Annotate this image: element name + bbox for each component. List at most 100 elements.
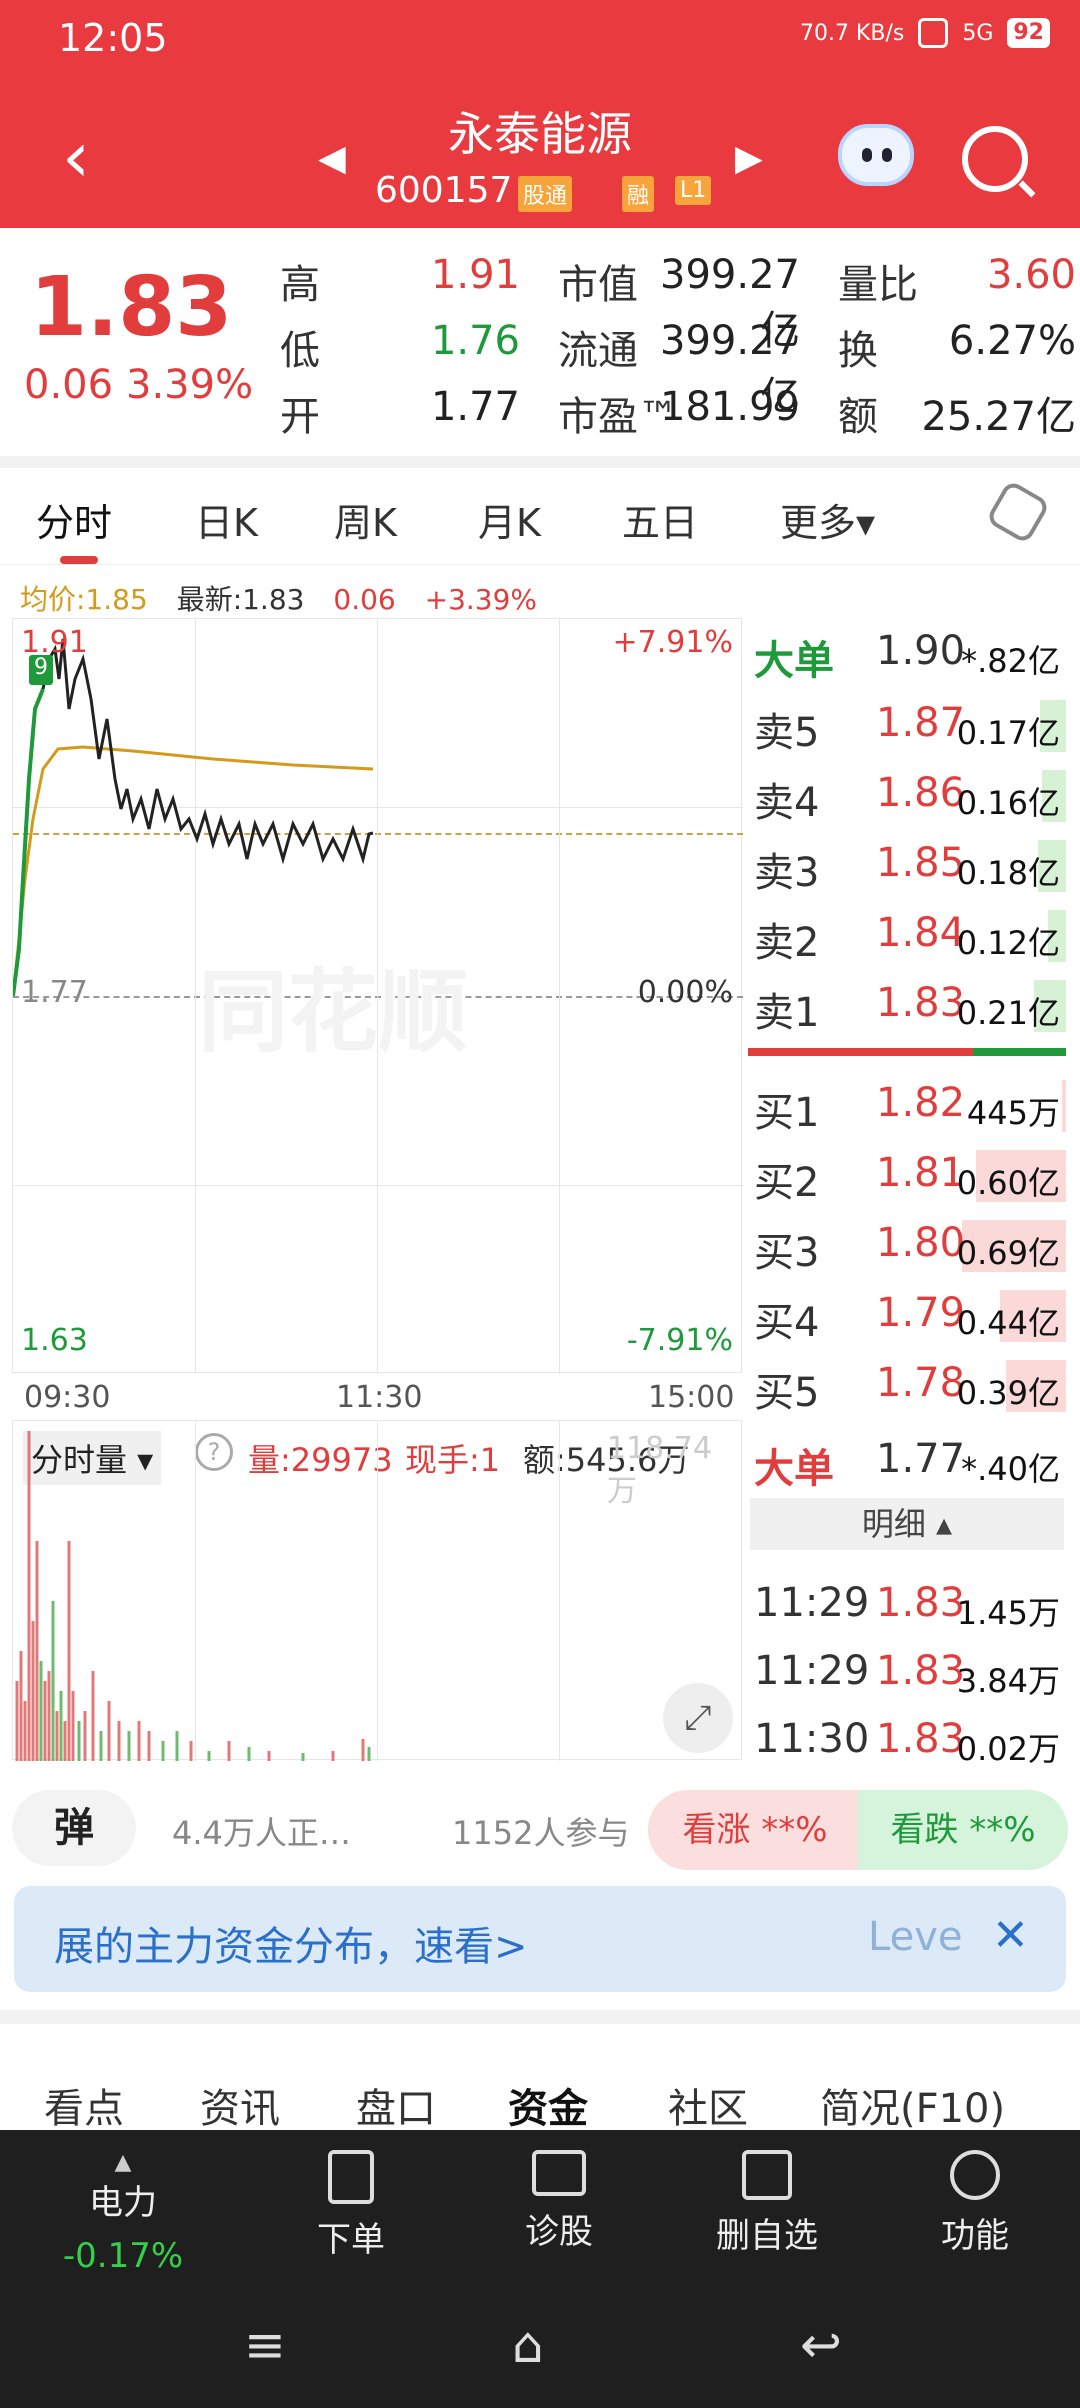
vote-up-button[interactable]: 看涨 **% [648,1790,862,1870]
signal-label: 5G [962,20,994,46]
bid-row[interactable]: 买3 1.80 0.69亿 [748,1210,1066,1280]
tick-row: 11:29 1.83 1.45万 [748,1570,1066,1640]
chart-tabs: 分时 日K 周K 月K 五日 更多▾ [0,470,1080,565]
pct-bot-label: -7.91% [626,1323,733,1358]
bid-vol: 0.44亿 [956,1304,1060,1342]
x-label-open: 09:30 [24,1380,111,1415]
tab-more[interactable]: 更多▾ [780,492,875,547]
diagnose-label: 诊股 [525,2212,593,2252]
ask-row[interactable]: 卖4 1.86 0.16亿 [748,760,1066,830]
back-nav-icon[interactable]: ↩ [800,2316,842,2374]
tab-five-day[interactable]: 五日 [622,492,698,547]
capital-flow-banner[interactable]: 展的主力资金分布，速看> Leve ✕ [14,1886,1066,1992]
tab-funds[interactable]: 资金 [508,2076,588,2134]
ask-vol: 0.18亿 [956,854,1060,892]
diagnose-icon [532,2150,586,2196]
tab-community[interactable]: 社区 [668,2076,748,2134]
pe-value: 181.99 [660,384,800,430]
status-time: 12:05 [58,16,168,60]
ask-vol: 0.17亿 [956,714,1060,752]
stock-name: 永泰能源 [448,107,632,161]
price-line-svg [13,638,374,997]
tab-intraday[interactable]: 分时 [36,492,112,547]
ask-row[interactable]: 卖5 1.87 0.17亿 [748,690,1066,760]
pct-top-label: +7.91% [612,625,733,660]
hd-icon [918,18,949,48]
y-bot-label: 1.63 [21,1323,88,1358]
detail-toggle[interactable]: 明细 ▴ [750,1498,1064,1550]
danmu-toggle[interactable]: 弹 [12,1790,136,1866]
tick-vol: 0.02万 [956,1730,1060,1768]
bid-row[interactable]: 买1 1.82 445万 [748,1070,1066,1140]
bid-label: 买3 [754,1230,820,1276]
avg-price: 均价:1.85 [20,583,148,616]
big-buy-row[interactable]: 大单 1.77 *.40亿 [748,1426,1066,1496]
volratio-label: 量比 [838,262,918,308]
home-nav-icon[interactable]: ⌂ [512,2316,544,2374]
big-buy-label: 大单 [754,1446,834,1492]
tab-profile[interactable]: 简况(F10) [820,2076,1005,2134]
volume-bars [15,1431,371,1761]
tick-vol: 1.45万 [956,1594,1060,1632]
tick-price: 1.83 [876,1648,966,1694]
ask-vol: 0.21亿 [956,994,1060,1032]
minus-box-icon [742,2150,792,2200]
stock-code: 600157 [375,170,513,211]
search-icon[interactable] [962,126,1028,192]
ask-vol: 0.12亿 [956,924,1060,962]
volume-chart[interactable]: 分时量 ▾ ? 量:29973 现手:1 额:545.6万 118.74万 ⤢ [12,1420,742,1761]
tab-monthly-k[interactable]: 月K [478,492,541,547]
tab-highlights[interactable]: 看点 [44,2076,124,2134]
bid-row[interactable]: 买2 1.81 0.60亿 [748,1140,1066,1210]
ask-row[interactable]: 卖1 1.83 0.21亿 [748,970,1066,1040]
open-value: 1.77 [430,384,520,430]
functions-button[interactable]: 功能 [900,2150,1050,2257]
order-label: 下单 [317,2220,385,2260]
big-sell-label: 大单 [754,638,834,684]
latest-change-pct: +3.39% [424,583,538,616]
next-stock-icon[interactable]: ▶ [735,138,763,179]
fullscreen-icon[interactable]: ⤢ [663,1683,733,1753]
ask-vol: 0.16亿 [956,784,1060,822]
bid-depth-bar [1062,1080,1066,1132]
remove-watchlist-button[interactable]: 删自选 [692,2150,842,2257]
intraday-chart[interactable]: 同花顺 1.91 9 1.77 1.63 +7.91% 0.00% -7.91% [12,618,743,1374]
close-icon[interactable]: ✕ [992,1910,1029,1961]
menu-nav-icon[interactable]: ≡ [244,2316,286,2374]
settings-hexagon-icon[interactable] [985,479,1051,545]
vote-down-button[interactable]: 看跌 **% [858,1790,1068,1870]
assistant-robot-icon[interactable] [838,124,914,186]
bid-label: 买4 [754,1300,820,1346]
order-icon [328,2150,374,2204]
x-label-close: 15:00 [648,1380,735,1415]
ask-price: 1.87 [876,700,966,746]
tick-row: 11:30 1.83 0.02万 [748,1706,1066,1776]
open-label: 开 [280,394,320,440]
tag-margin: 融 [622,176,655,212]
watching-count: 4.4万人正… [172,1814,351,1852]
ask-row[interactable]: 卖2 1.84 0.12亿 [748,900,1066,970]
bid-row[interactable]: 买4 1.79 0.44亿 [748,1280,1066,1350]
tab-weekly-k[interactable]: 周K [334,492,397,547]
tag-level: L1 [675,176,712,205]
bottom-action-bar: ▲ 电力 -0.17% 下单 诊股 删自选 功能 ≡ ⌂ ↩ [0,2130,1080,2408]
ask-price: 1.85 [876,840,966,886]
ask-label: 卖2 [754,920,820,966]
latest-change: 0.06 [333,583,396,616]
big-sell-row[interactable]: 大单 1.90 *.82亿 [748,618,1066,688]
amount-label: 额 [838,394,878,440]
ask-row[interactable]: 卖3 1.85 0.18亿 [748,830,1066,900]
functions-label: 功能 [941,2216,1009,2256]
ask-price: 1.84 [876,910,966,956]
tab-market[interactable]: 盘口 [356,2076,436,2134]
tab-daily-k[interactable]: 日K [195,492,258,547]
order-button[interactable]: 下单 [276,2150,426,2261]
bid-row[interactable]: 买5 1.78 0.39亿 [748,1350,1066,1420]
sector-button[interactable]: ▲ 电力 -0.17% [48,2150,198,2276]
tab-news[interactable]: 资讯 [200,2076,280,2134]
pct-mid-label: 0.00% [637,975,733,1010]
high-value: 1.91 [430,252,520,298]
marker-badge[interactable]: 9 [29,655,53,685]
sector-name: 电力 [89,2183,157,2223]
diagnose-button[interactable]: 诊股 [484,2150,634,2253]
